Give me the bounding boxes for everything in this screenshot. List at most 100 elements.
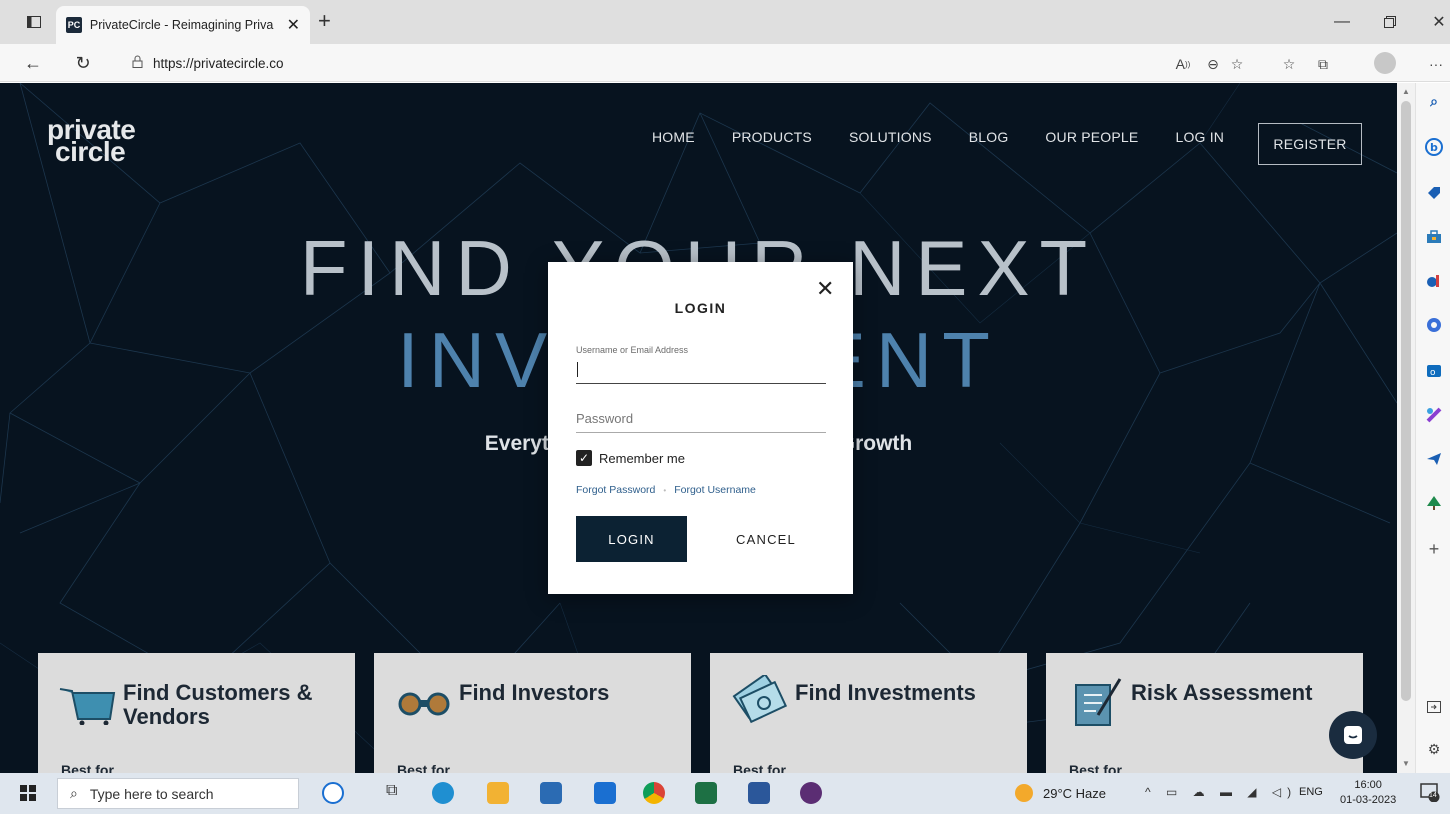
- chat-launcher-button[interactable]: [1329, 711, 1377, 759]
- search-icon[interactable]: ⌕: [1424, 91, 1444, 111]
- edge-sidebar: ⌕ b o + ⚙: [1415, 83, 1450, 773]
- store-icon[interactable]: [540, 782, 562, 804]
- send-icon[interactable]: [1424, 449, 1444, 469]
- binoculars-icon: [398, 692, 450, 716]
- bing-chat-icon[interactable]: b: [1424, 137, 1444, 157]
- browser-tab-active[interactable]: PC PrivateCircle - Reimagining Priva ✕: [56, 6, 310, 44]
- taskbar-search-box[interactable]: ⌕ Type here to search: [57, 778, 299, 809]
- back-icon[interactable]: ←: [20, 50, 46, 76]
- nav-log-in[interactable]: LOG IN: [1175, 129, 1224, 145]
- minimize-icon[interactable]: —: [1327, 8, 1357, 36]
- remember-me-checkbox[interactable]: ✓: [576, 450, 592, 466]
- browser-tab-strip: PC PrivateCircle - Reimagining Priva ✕ +…: [0, 0, 1450, 44]
- nav-our-people[interactable]: OUR PEOPLE: [1045, 129, 1138, 145]
- login-modal: ✕ LOGIN Username or Email Address ✓ Reme…: [548, 262, 853, 594]
- scroll-down-icon[interactable]: ▼: [1402, 759, 1410, 768]
- notification-count: 14: [1429, 792, 1437, 799]
- card-find-investors[interactable]: Find Investors Best for: [374, 653, 691, 773]
- nav-blog[interactable]: BLOG: [969, 129, 1009, 145]
- money-icon: [732, 675, 788, 724]
- weather-sun-icon: [1015, 784, 1033, 802]
- windows-taskbar: ⌕ Type here to search ⧉ 29°C Haze ^ ▭ ☁ …: [0, 773, 1450, 814]
- read-aloud-icon[interactable]: A)): [1172, 53, 1194, 75]
- modal-title: LOGIN: [674, 300, 727, 316]
- designer-icon[interactable]: [1424, 405, 1444, 425]
- forgot-username-link[interactable]: Forgot Username: [674, 484, 756, 496]
- url-text: https://privatecircle.co: [153, 55, 284, 71]
- settings-gear-icon[interactable]: ⚙: [1424, 739, 1444, 759]
- address-bar: ← ↻ https://privatecircle.co A)) ⊖ ☆ ☆ ⧉…: [0, 44, 1450, 82]
- password-input[interactable]: [576, 405, 826, 433]
- svg-text:o: o: [1430, 368, 1436, 378]
- refresh-icon[interactable]: ↻: [70, 50, 96, 76]
- tab-close-icon[interactable]: ✕: [287, 15, 300, 35]
- zoom-icon[interactable]: ⊖: [1202, 53, 1224, 75]
- edge-taskbar-icon[interactable]: [432, 782, 454, 804]
- collections-icon[interactable]: ⧉: [1312, 53, 1334, 75]
- tools-icon[interactable]: [1424, 227, 1444, 247]
- scrollbar-thumb[interactable]: [1401, 101, 1411, 701]
- remember-me-row[interactable]: ✓ Remember me: [576, 450, 685, 466]
- page-scrollbar[interactable]: ▲ ▼: [1397, 83, 1415, 773]
- notification-center-icon[interactable]: 14: [1420, 782, 1440, 803]
- forgot-password-link[interactable]: Forgot Password: [576, 484, 655, 496]
- microsoft-365-icon[interactable]: [1424, 315, 1444, 335]
- file-explorer-icon[interactable]: [487, 782, 509, 804]
- hide-sidebar-icon[interactable]: [1424, 697, 1444, 717]
- weather-text: 29°C Haze: [1043, 785, 1107, 801]
- new-tab-icon[interactable]: +: [318, 10, 331, 32]
- card-title: Risk Assessment: [1131, 680, 1313, 705]
- nav-home[interactable]: HOME: [652, 129, 695, 145]
- add-sidebar-app-icon[interactable]: +: [1424, 539, 1444, 559]
- shopping-tag-icon[interactable]: [1424, 183, 1444, 203]
- input-language[interactable]: ENG: [1299, 786, 1323, 798]
- slack-icon[interactable]: [800, 782, 822, 804]
- link-separator: •: [663, 485, 667, 495]
- nav-products[interactable]: PRODUCTS: [732, 129, 812, 145]
- restore-icon[interactable]: [1375, 8, 1405, 36]
- profile-avatar[interactable]: [1374, 52, 1396, 74]
- windows-start-icon[interactable]: [20, 785, 36, 806]
- modal-close-icon[interactable]: ✕: [816, 276, 834, 302]
- remember-me-label: Remember me: [599, 450, 685, 466]
- system-tray-icons[interactable]: ^ ▭ ☁ ▬ ◢ ◁): [1145, 785, 1297, 799]
- favorites-icon[interactable]: ☆: [1278, 53, 1300, 75]
- cancel-button[interactable]: CANCEL: [716, 516, 816, 562]
- bing-taskbar-icon[interactable]: [322, 782, 344, 804]
- weather-widget[interactable]: 29°C Haze: [1015, 784, 1106, 802]
- scroll-up-icon[interactable]: ▲: [1402, 87, 1410, 96]
- add-favorite-icon[interactable]: ☆: [1226, 53, 1248, 75]
- tab-actions-icon[interactable]: [22, 10, 46, 34]
- lock-icon: [132, 55, 143, 71]
- games-icon[interactable]: [1424, 271, 1444, 291]
- card-best-for: Best for: [61, 762, 114, 773]
- card-best-for: Best for: [1069, 762, 1122, 773]
- chrome-icon[interactable]: [643, 782, 665, 804]
- site-favicon-icon: PC: [66, 17, 82, 33]
- privatecircle-logo[interactable]: private circle: [47, 116, 136, 167]
- mail-icon[interactable]: [594, 782, 616, 804]
- forgot-links: Forgot Password • Forgot Username: [576, 484, 756, 496]
- outlook-icon[interactable]: o: [1424, 361, 1444, 381]
- card-find-customers[interactable]: Find Customers & Vendors Best for: [38, 653, 355, 773]
- more-menu-icon[interactable]: ···: [1425, 53, 1447, 75]
- clock-time: 16:00: [1354, 779, 1382, 791]
- excel-icon[interactable]: [695, 782, 717, 804]
- username-label: Username or Email Address: [576, 345, 689, 355]
- text-caret: [577, 362, 578, 377]
- card-risk-assessment[interactable]: Risk Assessment Best for: [1046, 653, 1363, 773]
- close-window-icon[interactable]: ✕: [1424, 8, 1450, 36]
- document-pen-icon: [1075, 678, 1122, 726]
- word-icon[interactable]: [748, 782, 770, 804]
- username-input[interactable]: [576, 358, 826, 384]
- tab-title: PrivateCircle - Reimagining Priva: [89, 18, 274, 32]
- clock-date: 01-03-2023: [1340, 794, 1397, 806]
- register-button[interactable]: REGISTER: [1258, 123, 1362, 165]
- tree-icon[interactable]: [1424, 493, 1444, 513]
- nav-solutions[interactable]: SOLUTIONS: [849, 129, 932, 145]
- logo-line-2: circle: [55, 136, 126, 167]
- task-view-icon[interactable]: ⧉: [386, 782, 408, 804]
- card-find-investments[interactable]: Find Investments Best for: [710, 653, 1027, 773]
- taskbar-clock[interactable]: 16:00 01-03-2023: [1340, 778, 1396, 808]
- login-submit-button[interactable]: LOGIN: [576, 516, 687, 562]
